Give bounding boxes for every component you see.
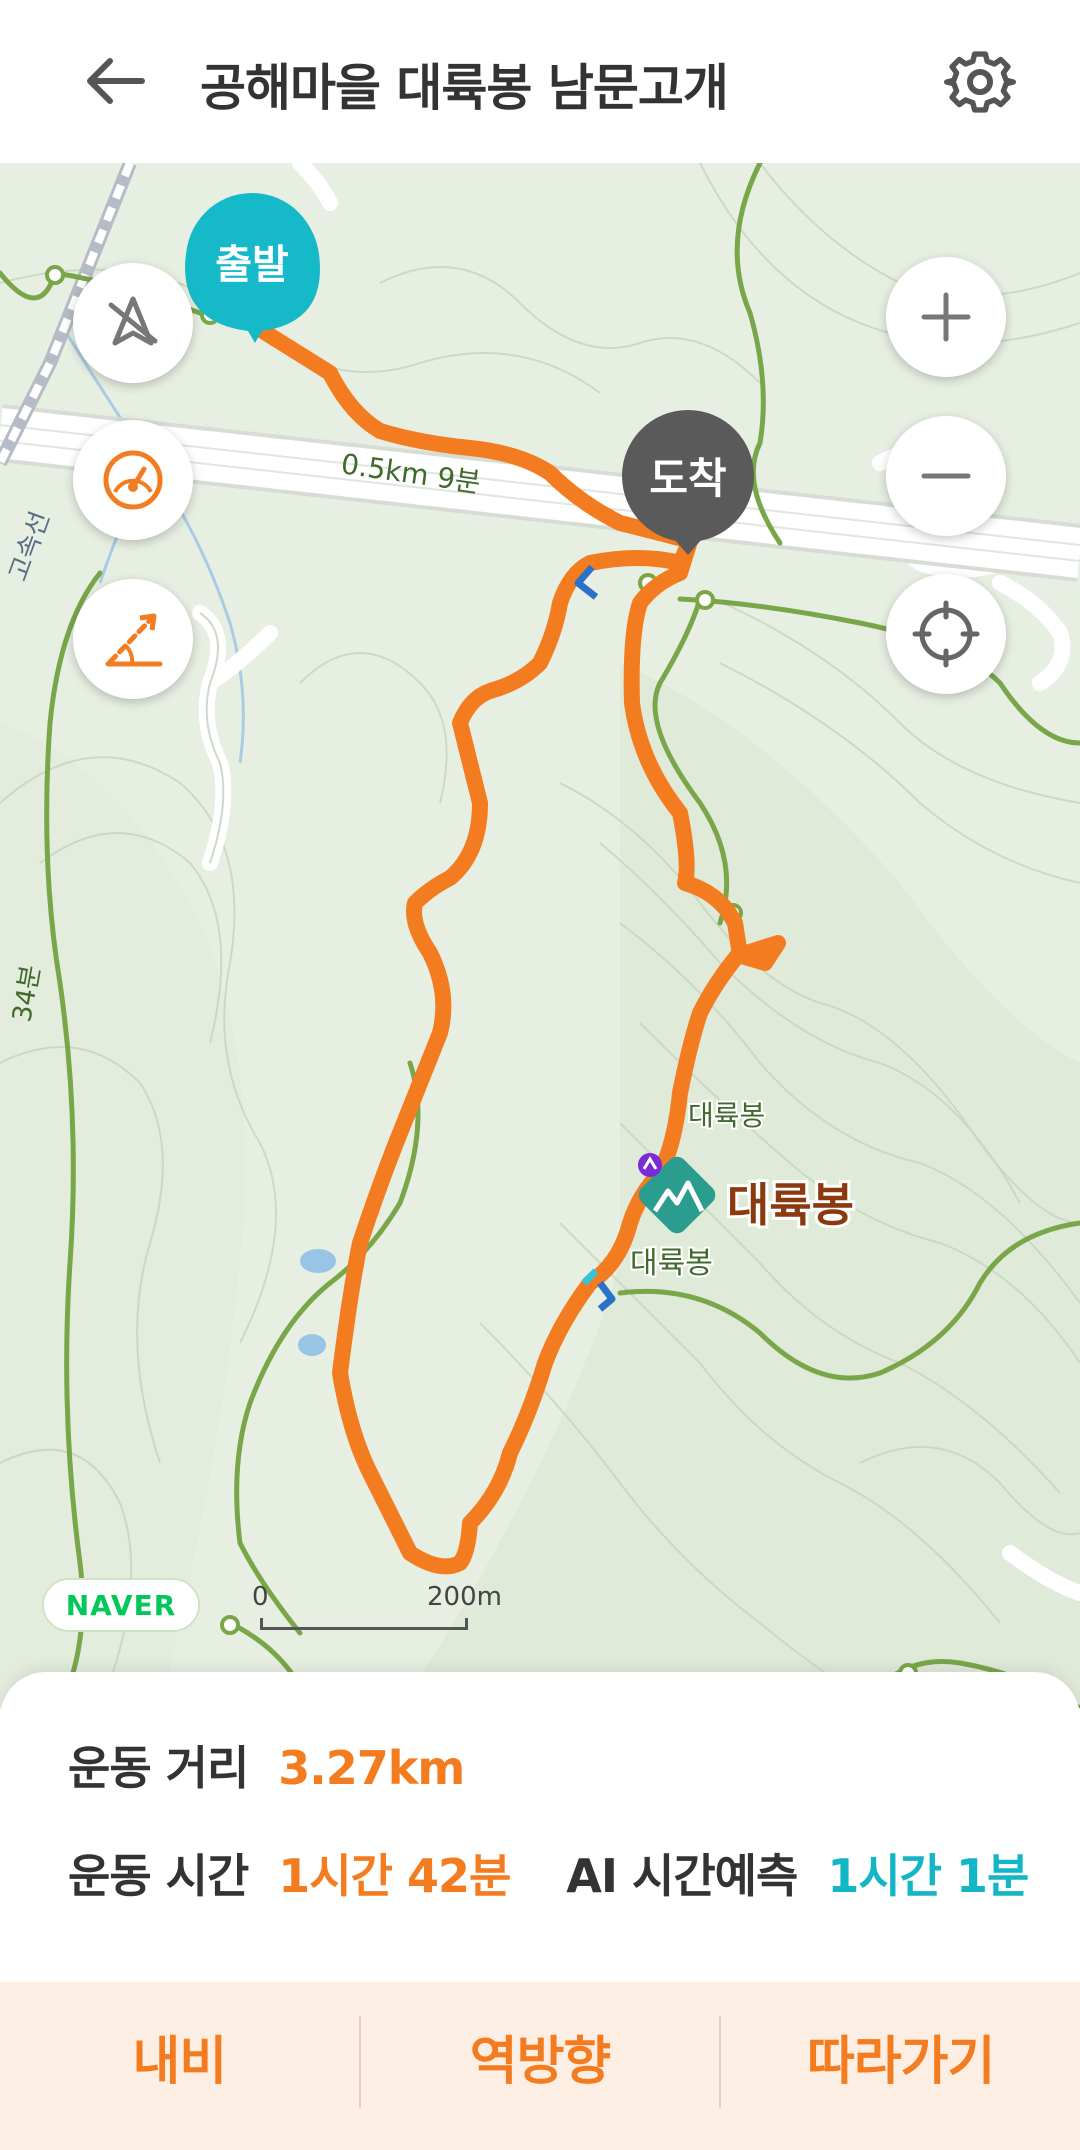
page-title: 공해마을 대륙봉 남문고개 [200,59,729,117]
locate-button[interactable] [886,574,1006,694]
speed-button[interactable] [73,420,193,540]
slope-button[interactable] [73,579,193,699]
end-label: 도착 [649,454,726,503]
gear-icon[interactable] [942,44,1018,120]
scale-bar: 0 200m [252,1582,502,1632]
crosshair-icon [912,600,980,668]
plus-icon [921,292,971,342]
peak-small-label-2: 대륙봉 [688,1099,765,1132]
ai-time-value: 1시간 1분 [827,1849,1029,1903]
follow-button[interactable]: 따라가기 [721,1982,1080,2150]
scale-start-label: 0 [252,1582,269,1612]
distance-value: 3.27km [278,1741,465,1795]
map-view[interactable]: 0.5km 9분 고속선 34분 대륙봉 대륙봉 대륙봉 출발 도착 [0,163,1080,1708]
zoom-out-button[interactable] [886,416,1006,536]
start-label: 출발 [215,242,289,288]
slope-icon [105,613,163,667]
app-header: 공해마을 대륙봉 남문고개 [0,0,1080,163]
ai-time-label: AI 시간예측 [566,1849,798,1903]
scale-bar-line [260,1618,468,1630]
peak-label: 대륙봉 [727,1178,854,1232]
zoom-in-button[interactable] [886,257,1006,377]
map-canvas: 0.5km 9분 고속선 34분 대륙봉 대륙봉 대륙봉 출발 도착 [0,163,1080,1708]
speedometer-icon [103,450,163,510]
time-row: 운동 시간 1시간 42분 AI 시간예측 1시간 1분 [68,1840,1029,1906]
scale-end-label: 200m [427,1582,502,1612]
compass-toggle-button[interactable] [73,263,193,383]
action-bar: 내비 역방향 따라가기 [0,1982,1080,2150]
peak-small-label: 대륙봉 [630,1246,713,1281]
distance-label: 운동 거리 [68,1741,249,1795]
time-value: 1시간 42분 [278,1849,511,1903]
arrow-left-icon[interactable] [80,45,152,117]
compass-off-icon [108,296,158,346]
reverse-button[interactable]: 역방향 [361,1982,720,2150]
navi-button[interactable]: 내비 [0,1982,359,2150]
distance-row: 운동 거리 3.27km [68,1732,465,1798]
naver-logo: NAVER [42,1578,200,1632]
time-label: 운동 시간 [68,1849,249,1903]
stats-panel: 운동 거리 3.27km 운동 시간 1시간 42분 AI 시간예측 1시간 1분 [0,1672,1080,1982]
minus-icon [921,473,971,479]
